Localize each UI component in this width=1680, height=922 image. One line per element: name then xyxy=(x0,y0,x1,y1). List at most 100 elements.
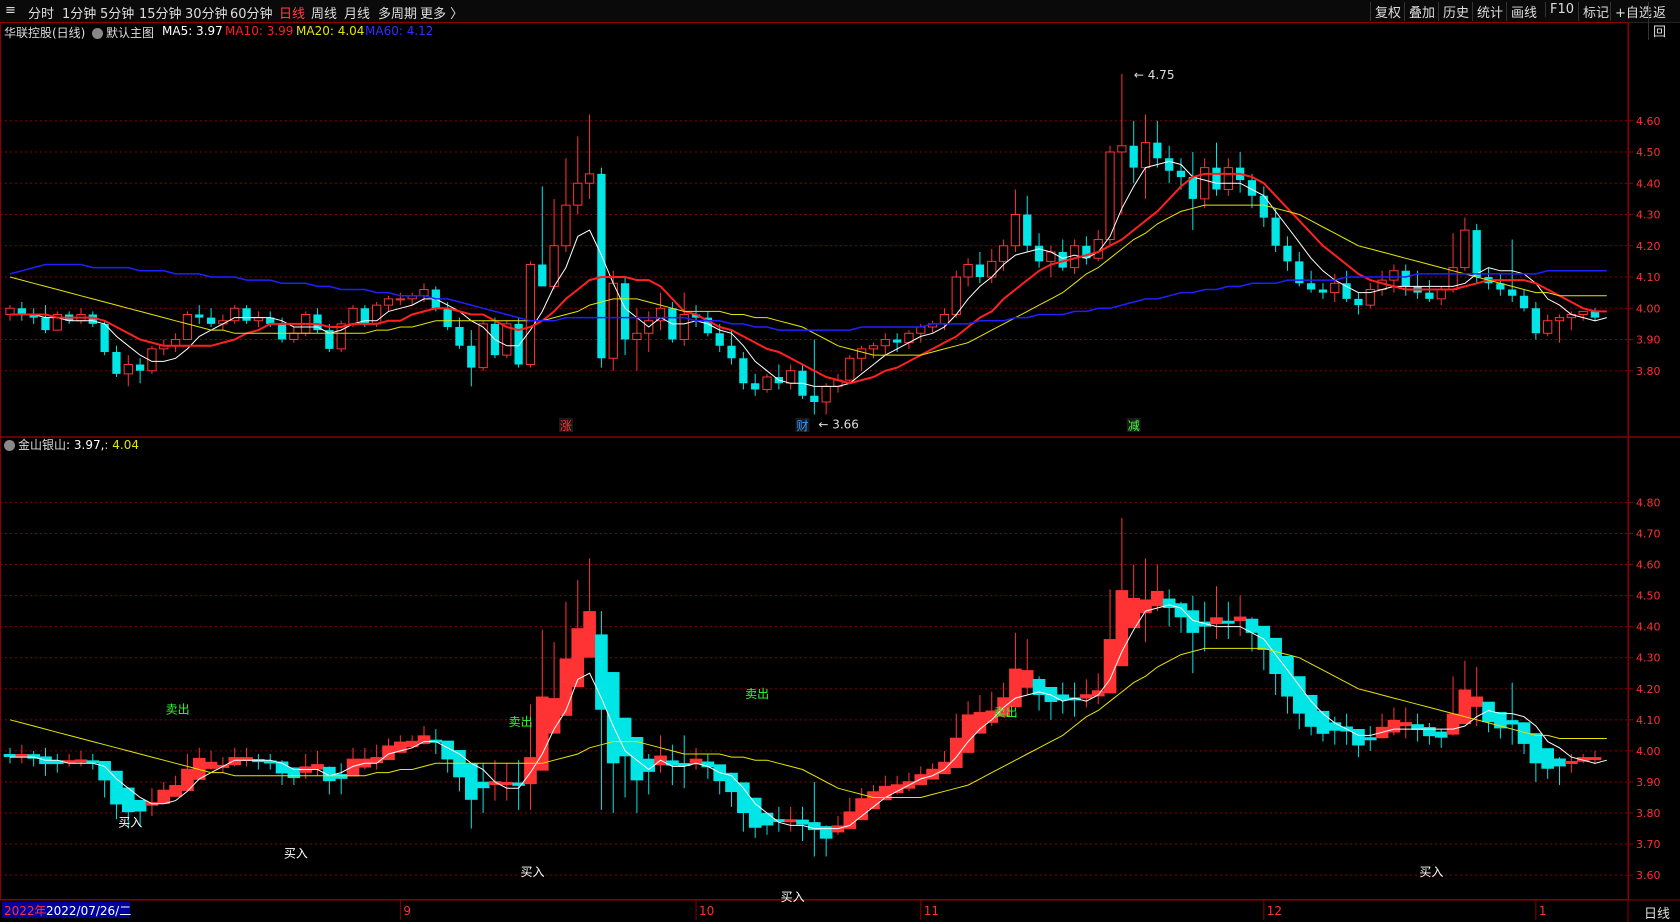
chevron-down-icon[interactable] xyxy=(4,440,15,451)
ha-block xyxy=(819,826,833,839)
timeframe-tab[interactable]: 分时 xyxy=(28,3,54,22)
candle-body xyxy=(1554,317,1565,322)
ha-block xyxy=(1316,710,1330,734)
ha-block xyxy=(1565,760,1578,764)
candle-body xyxy=(608,282,618,359)
toolbar-button[interactable]: 统计 xyxy=(1472,2,1507,21)
timeframe-tab[interactable]: 多周期 xyxy=(378,3,417,22)
candle-body xyxy=(998,245,1009,262)
timeframe-tab[interactable]: 5分钟 xyxy=(100,3,134,22)
candle-body xyxy=(1306,283,1316,290)
candle-body xyxy=(467,345,476,368)
timeframe-tab[interactable]: 日线 xyxy=(279,3,305,22)
candle-body xyxy=(1508,289,1517,296)
sell-signal: 卖出 xyxy=(166,703,190,717)
candle-body xyxy=(939,314,950,325)
candle-body xyxy=(112,352,121,374)
month-label: 9 xyxy=(403,904,411,918)
ha-block xyxy=(1056,694,1070,701)
month-label: 10 xyxy=(699,904,714,918)
toolbar-button[interactable]: 画线 xyxy=(1506,2,1541,21)
y-tick-label: 4.60 xyxy=(1636,559,1661,572)
ha-block xyxy=(110,770,123,805)
timeframe-tab[interactable]: 周线 xyxy=(311,3,337,22)
ha-block xyxy=(535,696,549,771)
y-tick-label: 4.00 xyxy=(1636,745,1661,758)
candle-body xyxy=(584,173,595,184)
candle-body xyxy=(1117,145,1127,153)
ha-block xyxy=(1210,617,1223,625)
candle-body xyxy=(195,314,204,318)
ha-block xyxy=(169,785,182,797)
candle-body xyxy=(975,264,985,277)
timeframe-tab[interactable]: 月线 xyxy=(344,3,370,22)
candle-body xyxy=(1318,289,1328,293)
ha-block xyxy=(1541,748,1555,769)
candle-body xyxy=(892,339,902,343)
candle-body xyxy=(1578,310,1588,315)
toolbar-button[interactable]: 复权 xyxy=(1370,2,1405,21)
low-price-label: ← 3.66 xyxy=(818,418,859,432)
candle-body xyxy=(348,307,358,325)
candle-body xyxy=(1531,308,1540,334)
indicator-line-2 xyxy=(9,647,1607,798)
timeframe-tab[interactable]: 15分钟 xyxy=(139,3,182,22)
candle-body xyxy=(620,283,630,340)
period-toolbar: ≡ 分时 1分钟 5分钟 15分钟 30分钟 60分钟 日线 周线 月线 多周期 更多 〉 复权 叠加… xyxy=(0,0,1680,40)
month-label: 11 xyxy=(924,904,939,918)
candle-body xyxy=(525,264,536,365)
y-tick-label: 4.40 xyxy=(1636,621,1661,634)
candle-body xyxy=(242,308,251,321)
ha-block xyxy=(204,761,218,769)
timeframe-tab[interactable]: 更多 〉 xyxy=(420,3,463,22)
candle-body xyxy=(455,327,464,346)
ha-block xyxy=(583,611,596,658)
ha-block xyxy=(855,798,868,821)
template-selector[interactable]: 默认主图 xyxy=(92,24,154,41)
candle-body xyxy=(135,364,145,371)
toolbar-button[interactable]: 历史 xyxy=(1438,2,1473,21)
timeframe-tab[interactable]: 1分钟 xyxy=(62,3,96,22)
ha-block xyxy=(914,774,928,785)
indicator-value-1: : 3.97 xyxy=(66,438,101,452)
menu-icon[interactable]: ≡ xyxy=(5,3,16,18)
candle-body xyxy=(1212,167,1221,190)
toolbar-button[interactable]: 叠加 xyxy=(1404,2,1439,21)
date-cursor-label: 2022/07/26/二 xyxy=(46,904,131,918)
candle-body xyxy=(880,339,890,347)
candle-body xyxy=(561,204,571,247)
month-label: 1 xyxy=(1539,904,1547,918)
ha-block xyxy=(311,764,324,770)
ma10-label: MA10: 3.99 xyxy=(225,24,294,38)
ha-block xyxy=(748,797,762,828)
candle-body xyxy=(1460,229,1470,269)
ha-block xyxy=(1080,694,1093,699)
candle-body xyxy=(751,383,760,390)
ha-block xyxy=(15,754,29,757)
toolbar-button[interactable]: F10 xyxy=(1545,2,1578,17)
candle-body xyxy=(1342,283,1351,299)
y-tick-label: 4.10 xyxy=(1636,271,1661,284)
indicator-value-2: : 4.04 xyxy=(104,438,139,452)
ha-block xyxy=(760,812,774,826)
ha-block xyxy=(500,781,514,785)
candle-body xyxy=(951,276,961,315)
toolbar-button[interactable]: 标记 xyxy=(1578,2,1613,21)
ha-block xyxy=(1233,616,1247,621)
ha-block xyxy=(1588,757,1602,761)
ha-block xyxy=(1399,722,1413,727)
candle-body xyxy=(1401,270,1410,287)
ha-block xyxy=(1458,689,1472,725)
y-tick-label: 4.70 xyxy=(1636,527,1661,540)
candle-body xyxy=(739,358,748,384)
ha-block xyxy=(1352,729,1365,746)
ha-block xyxy=(228,757,242,766)
timeframe-tab[interactable]: 60分钟 xyxy=(230,3,273,22)
candle-body xyxy=(632,332,642,340)
candle-body xyxy=(100,323,109,352)
timeframe-tab[interactable]: 30分钟 xyxy=(185,3,228,22)
candle-body xyxy=(443,308,452,327)
ha-block xyxy=(524,757,537,785)
event-mark: 财 xyxy=(797,419,809,433)
candle-body xyxy=(1543,320,1553,334)
